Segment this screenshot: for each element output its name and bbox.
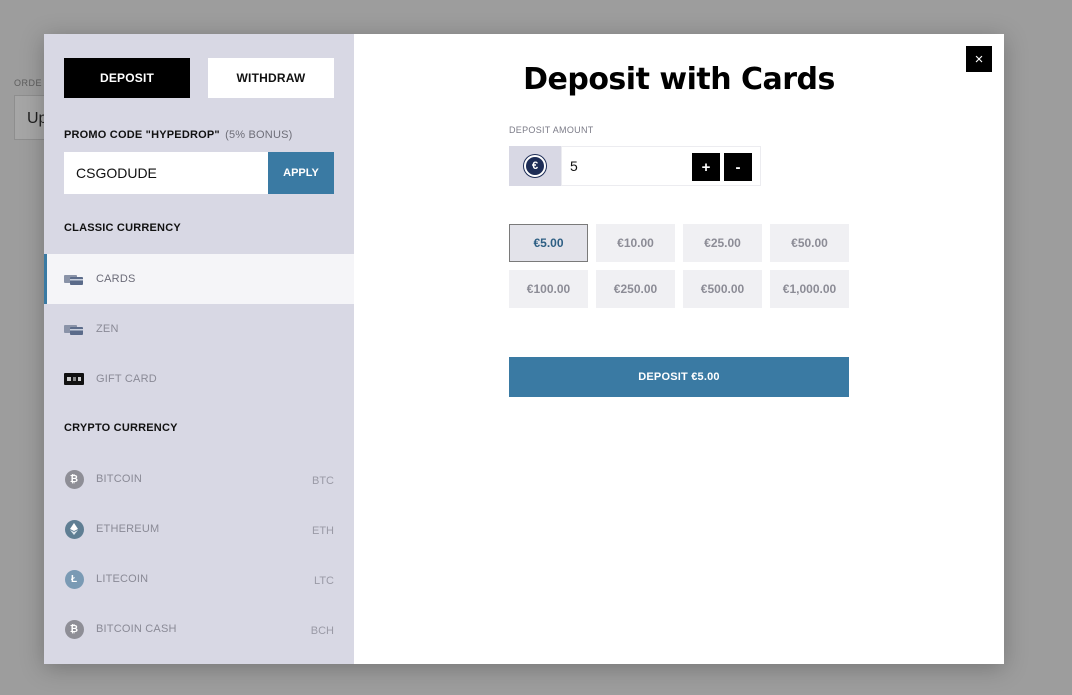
preset-amount-button[interactable]: €1,000.00	[770, 270, 849, 308]
card-icon	[64, 269, 84, 289]
preset-amount-button[interactable]: €500.00	[683, 270, 762, 308]
promo-bonus-text: (5% BONUS)	[225, 129, 293, 141]
decrease-amount-button[interactable]: -	[724, 153, 752, 181]
amount-field-wrapper: + -	[561, 146, 761, 186]
deposit-panel: × Deposit with Cards DEPOSIT AMOUNT € + …	[354, 34, 1004, 664]
method-gift-card[interactable]: GIFT CARD	[44, 354, 354, 404]
preset-amount-button[interactable]: €10.00	[596, 224, 675, 262]
litecoin-icon: Ł	[64, 569, 84, 589]
method-label: ETHEREUM	[96, 523, 160, 535]
apply-promo-button[interactable]: APPLY	[268, 152, 334, 194]
method-label: LITECOIN	[96, 573, 149, 585]
method-litecoin[interactable]: Ł LITECOIN LTC	[44, 554, 354, 604]
background-label: ORDE	[14, 78, 43, 88]
method-cards[interactable]: CARDS	[44, 254, 354, 304]
method-code: BCH	[310, 625, 334, 637]
ethereum-icon	[64, 519, 84, 539]
method-ethereum[interactable]: ETHEREUM ETH	[44, 504, 354, 554]
deposit-amount-input[interactable]	[570, 158, 680, 174]
increase-amount-button[interactable]: +	[692, 153, 720, 181]
promo-code-input[interactable]	[64, 152, 268, 194]
euro-coin-icon: €	[524, 155, 546, 177]
deposit-modal: DEPOSIT WITHDRAW PROMO CODE "HYPEDROP" (…	[44, 34, 1004, 664]
method-bitcoin-cash[interactable]: ₿ BITCOIN CASH BCH	[44, 604, 354, 654]
preset-amount-button[interactable]: €250.00	[596, 270, 675, 308]
classic-currency-title: CLASSIC CURRENCY	[64, 222, 181, 234]
tab-withdraw[interactable]: WITHDRAW	[208, 58, 334, 98]
method-label: BITCOIN CASH	[96, 623, 177, 635]
preset-amount-button[interactable]: €5.00	[509, 224, 588, 262]
preset-amounts: €5.00 €10.00 €25.00 €50.00 €100.00 €250.…	[509, 224, 849, 308]
crypto-currency-title: CRYPTO CURRENCY	[64, 422, 178, 434]
preset-amount-button[interactable]: €50.00	[770, 224, 849, 262]
method-label: BITCOIN	[96, 473, 143, 485]
tab-row: DEPOSIT WITHDRAW	[64, 58, 334, 98]
promo-label: PROMO CODE "HYPEDROP" (5% BONUS)	[64, 129, 293, 141]
payment-sidebar: DEPOSIT WITHDRAW PROMO CODE "HYPEDROP" (…	[44, 34, 354, 664]
currency-box: €	[509, 146, 561, 186]
promo-label-text: PROMO CODE "HYPEDROP"	[64, 129, 220, 141]
deposit-amount-row: € + -	[509, 146, 761, 186]
tab-deposit[interactable]: DEPOSIT	[64, 58, 190, 98]
method-zen[interactable]: ZEN	[44, 304, 354, 354]
preset-amount-button[interactable]: €25.00	[683, 224, 762, 262]
method-code: BTC	[312, 475, 334, 487]
page-title: Deposit with Cards	[523, 62, 835, 97]
method-label: ZEN	[96, 323, 119, 335]
method-bitcoin[interactable]: ₿ BITCOIN BTC	[44, 454, 354, 504]
method-label: GIFT CARD	[96, 373, 157, 385]
deposit-submit-button[interactable]: DEPOSIT €5.00	[509, 357, 849, 397]
deposit-amount-label: DEPOSIT AMOUNT	[509, 125, 594, 135]
method-code: ETH	[312, 525, 334, 537]
bitcoin-cash-icon: ₿	[64, 619, 84, 639]
promo-row: APPLY	[64, 152, 334, 194]
method-code: LTC	[314, 575, 334, 587]
gift-card-icon	[64, 369, 84, 389]
preset-amount-button[interactable]: €100.00	[509, 270, 588, 308]
method-label: CARDS	[96, 273, 136, 285]
bitcoin-icon: ₿	[64, 469, 84, 489]
card-icon	[64, 319, 84, 339]
